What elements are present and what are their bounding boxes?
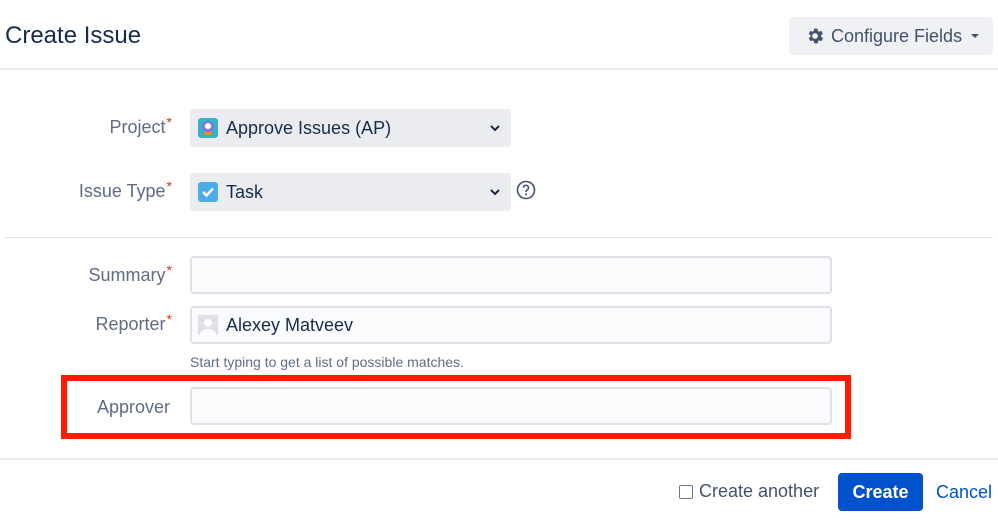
issue-type-value: Task: [226, 181, 264, 202]
approver-input[interactable]: [190, 387, 832, 425]
project-value: Approve Issues (AP): [226, 117, 392, 138]
create-another-label: Create another: [699, 481, 820, 501]
dialog-header: Create Issue Configure Fields: [0, 0, 998, 70]
summary-input[interactable]: [190, 256, 832, 294]
project-avatar-icon: [198, 118, 218, 138]
user-avatar-icon: [198, 315, 218, 335]
chevron-down-icon: [490, 189, 500, 196]
reporter-label: Reporter*: [95, 311, 172, 335]
approver-label-text: Approver: [96, 397, 170, 417]
required-marker: *: [166, 178, 172, 194]
required-marker: *: [166, 114, 172, 130]
required-marker: *: [166, 311, 172, 327]
project-select[interactable]: Approve Issues (AP): [190, 109, 511, 147]
gear-icon: [808, 28, 824, 44]
approver-label: Approver: [97, 397, 170, 418]
reporter-hint: Start typing to get a list of possible m…: [190, 354, 464, 370]
summary-label: Summary*: [88, 262, 172, 286]
form-divider: [5, 237, 993, 238]
configure-fields-button[interactable]: Configure Fields: [789, 17, 993, 55]
summary-label-text: Summary: [88, 265, 166, 285]
chevron-down-icon: [490, 125, 500, 132]
create-another-checkbox[interactable]: [679, 484, 693, 499]
help-circle-icon[interactable]: [516, 180, 536, 200]
required-marker: *: [166, 262, 172, 278]
footer-divider: [0, 458, 998, 460]
create-another-option[interactable]: Create another: [679, 481, 819, 502]
issue-type-label: Issue Type*: [78, 178, 172, 202]
issue-type-select[interactable]: Task: [190, 173, 511, 211]
issue-type-label-text: Issue Type: [78, 181, 166, 201]
cancel-link[interactable]: Cancel: [936, 482, 992, 503]
reporter-value: Alexey Matveev: [226, 314, 354, 335]
project-label: Project*: [109, 114, 172, 138]
configure-fields-label: Configure Fields: [831, 25, 963, 46]
create-button[interactable]: Create: [838, 473, 923, 511]
reporter-input[interactable]: Alexey Matveev: [190, 306, 832, 344]
reporter-label-text: Reporter: [95, 314, 166, 334]
dialog-title: Create Issue: [5, 22, 142, 49]
project-label-text: Project: [109, 117, 166, 137]
caret-down-icon: [971, 34, 980, 38]
task-checkbox-icon: [198, 182, 218, 202]
